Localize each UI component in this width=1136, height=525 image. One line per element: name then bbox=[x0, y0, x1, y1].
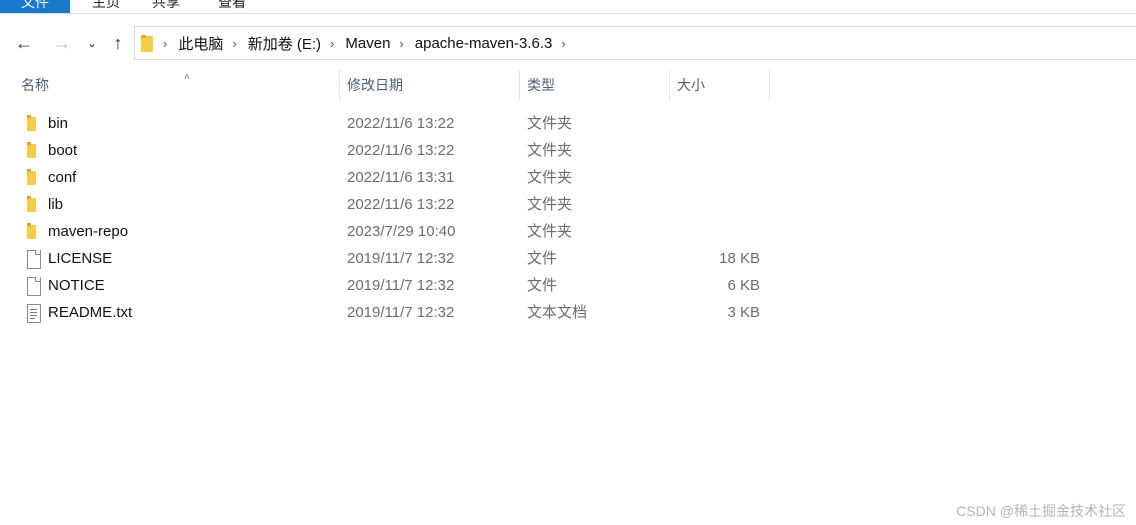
arrow-left-icon: ← bbox=[15, 32, 33, 53]
file-icon bbox=[25, 250, 41, 269]
folder-icon bbox=[25, 142, 41, 160]
folder-icon bbox=[141, 34, 154, 52]
column-header-size[interactable]: 大小 bbox=[670, 70, 770, 100]
tab-home[interactable]: 主页 bbox=[78, 0, 134, 13]
folder-icon bbox=[25, 196, 41, 214]
file-row-maven-repo[interactable]: maven-repo 2023/7/29 10:40 文件夹 bbox=[0, 218, 770, 245]
tab-share[interactable]: 共享 bbox=[138, 0, 194, 13]
arrow-up-icon: ↑ bbox=[113, 32, 123, 53]
file-name: LICENSE bbox=[48, 250, 113, 267]
file-row-lib[interactable]: lib 2022/11/6 13:22 文件夹 bbox=[0, 191, 770, 218]
file-size: 18 KB bbox=[719, 250, 760, 267]
file-modified: 2022/11/6 13:22 bbox=[347, 115, 455, 132]
file-type: 文件夹 bbox=[527, 223, 573, 240]
column-header-name[interactable]: ˄ 名称 bbox=[14, 70, 340, 100]
file-row-license[interactable]: LICENSE 2019/11/7 12:32 文件 18 KB bbox=[0, 245, 770, 272]
folder-icon bbox=[25, 223, 41, 241]
arrow-right-icon: → bbox=[53, 32, 71, 53]
file-type: 文件夹 bbox=[527, 142, 573, 159]
column-header-modified-label: 修改日期 bbox=[347, 77, 403, 93]
file-row-notice[interactable]: NOTICE 2019/11/7 12:32 文件 6 KB bbox=[0, 272, 770, 299]
file-row-readme[interactable]: README.txt 2019/11/7 12:32 文本文档 3 KB bbox=[0, 299, 770, 326]
column-header-modified[interactable]: 修改日期 bbox=[340, 70, 520, 100]
file-name: boot bbox=[48, 142, 78, 159]
chevron-right-icon[interactable]: › bbox=[399, 36, 403, 51]
file-icon bbox=[25, 277, 41, 296]
file-type: 文本文档 bbox=[527, 304, 588, 321]
recent-locations-button[interactable]: ⌄ bbox=[78, 24, 106, 62]
column-header-size-label: 大小 bbox=[677, 77, 705, 93]
file-name: bin bbox=[48, 115, 69, 132]
file-modified: 2019/11/7 12:32 bbox=[347, 304, 455, 321]
breadcrumb-maven[interactable]: Maven bbox=[345, 35, 390, 52]
file-type: 文件夹 bbox=[527, 169, 573, 186]
tab-file[interactable]: 文件 bbox=[0, 0, 70, 13]
column-header-type-label: 类型 bbox=[527, 77, 555, 93]
file-modified: 2022/11/6 13:31 bbox=[347, 169, 455, 186]
file-row-conf[interactable]: conf 2022/11/6 13:31 文件夹 bbox=[0, 164, 770, 191]
file-row-boot[interactable]: boot 2022/11/6 13:22 文件夹 bbox=[0, 137, 770, 164]
ribbon-tabs: 文件 主页 共享 查看 bbox=[0, 0, 1136, 14]
folder-icon bbox=[25, 169, 41, 187]
file-list: bin 2022/11/6 13:22 文件夹 boot 2022/11/6 1… bbox=[0, 110, 1136, 326]
breadcrumb-apache-maven[interactable]: apache-maven-3.6.3 bbox=[415, 35, 553, 52]
file-name: lib bbox=[48, 196, 64, 213]
file-row-bin[interactable]: bin 2022/11/6 13:22 文件夹 bbox=[0, 110, 770, 137]
breadcrumb-this-pc[interactable]: 此电脑 bbox=[178, 33, 223, 54]
file-type: 文件 bbox=[527, 250, 558, 267]
back-button[interactable]: ← bbox=[9, 24, 39, 62]
chevron-right-icon[interactable]: › bbox=[330, 36, 334, 51]
file-modified: 2019/11/7 12:32 bbox=[347, 250, 455, 267]
file-modified: 2022/11/6 13:22 bbox=[347, 196, 455, 213]
up-button[interactable]: ↑ bbox=[103, 24, 133, 62]
file-type: 文件 bbox=[527, 277, 558, 294]
file-name: README.txt bbox=[48, 304, 133, 321]
column-headers: ˄ 名称 修改日期 类型 大小 bbox=[0, 70, 1136, 100]
breadcrumb-drive-e[interactable]: 新加卷 (E:) bbox=[248, 33, 321, 54]
chevron-right-icon[interactable]: › bbox=[163, 36, 167, 51]
file-size: 3 KB bbox=[727, 304, 760, 321]
file-size: 6 KB bbox=[727, 277, 760, 294]
column-header-type[interactable]: 类型 bbox=[520, 70, 670, 100]
navigation-bar: ← → ⌄ ↑ › 此电脑 › 新加卷 (E:) › Maven › apach… bbox=[0, 24, 1136, 62]
chevron-right-icon[interactable]: › bbox=[561, 36, 565, 51]
chevron-down-icon: ⌄ bbox=[86, 36, 98, 50]
file-name: maven-repo bbox=[48, 223, 129, 240]
file-modified: 2019/11/7 12:32 bbox=[347, 277, 455, 294]
file-type: 文件夹 bbox=[527, 196, 573, 213]
file-name: conf bbox=[48, 169, 77, 186]
watermark: CSDN @稀土掘金技术社区 bbox=[956, 503, 1126, 519]
folder-icon bbox=[25, 115, 41, 133]
tab-view[interactable]: 查看 bbox=[204, 0, 260, 13]
chevron-right-icon[interactable]: › bbox=[232, 36, 236, 51]
forward-button[interactable]: → bbox=[47, 24, 77, 62]
file-modified: 2022/11/6 13:22 bbox=[347, 142, 455, 159]
sort-ascending-icon: ˄ bbox=[184, 72, 190, 83]
file-modified: 2023/7/29 10:40 bbox=[347, 223, 456, 240]
column-header-name-label: 名称 bbox=[21, 77, 49, 93]
address-bar[interactable]: › 此电脑 › 新加卷 (E:) › Maven › apache-maven-… bbox=[134, 26, 1136, 60]
text-file-icon bbox=[25, 304, 41, 323]
file-type: 文件夹 bbox=[527, 115, 573, 132]
file-name: NOTICE bbox=[48, 277, 105, 294]
